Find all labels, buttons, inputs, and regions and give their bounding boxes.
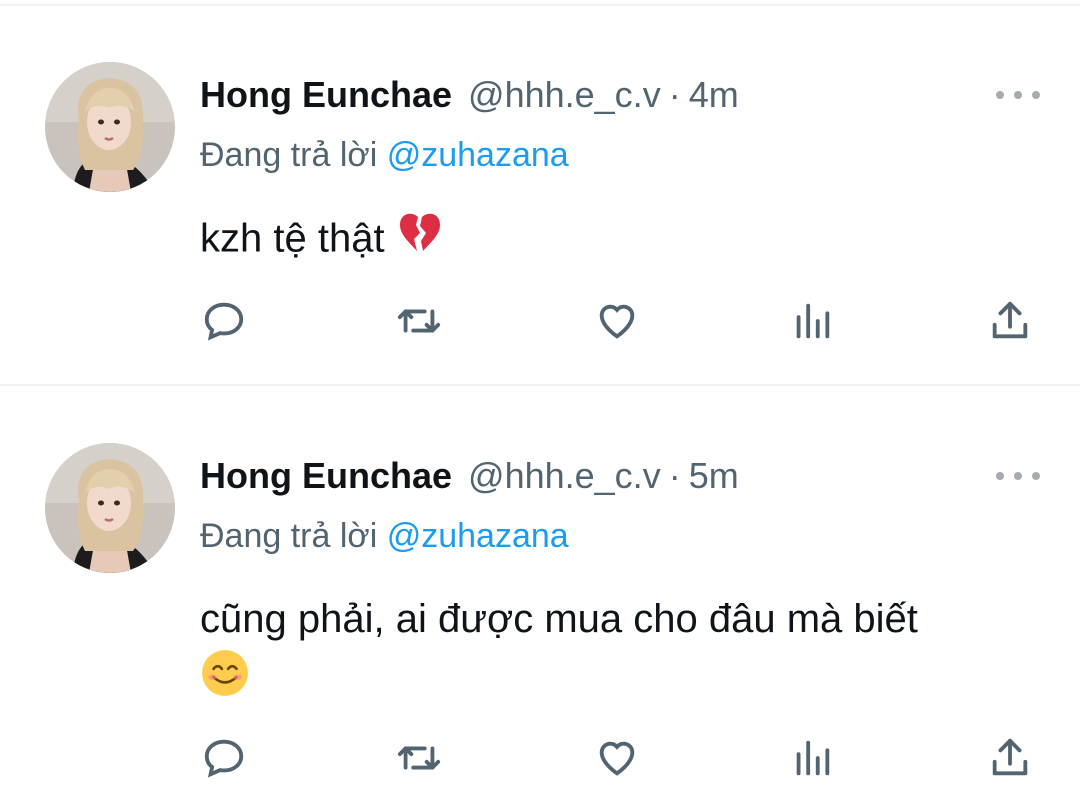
replying-to: Đang trả lời @zuhazana	[200, 136, 569, 175]
separator: ·	[668, 74, 681, 115]
tweet-header: Hong Eunchae @hhh.e_c.v · 5m	[200, 451, 739, 501]
replying-to: Đang trả lời @zuhazana	[200, 517, 569, 556]
smiling-face-icon	[200, 648, 250, 714]
display-name[interactable]: Hong Eunchae	[200, 74, 452, 116]
views-icon[interactable]	[787, 296, 837, 346]
tweet-text: kzh tệ thật	[200, 209, 1030, 273]
like-icon[interactable]	[592, 733, 642, 783]
broken-heart-icon	[396, 209, 444, 273]
separator: ·	[668, 455, 681, 496]
reply-prefix: Đang trả lời	[200, 136, 378, 174]
retweet-icon[interactable]	[394, 733, 444, 783]
like-icon[interactable]	[592, 296, 642, 346]
reply-prefix: Đang trả lời	[200, 517, 378, 555]
timestamp[interactable]: 4m	[689, 74, 739, 116]
tweet-actions	[0, 296, 1080, 346]
avatar[interactable]	[45, 443, 175, 573]
tweet-text-body: kzh tệ thật	[200, 216, 385, 261]
avatar[interactable]	[45, 62, 175, 192]
tweet-text: cũng phải, ai được mua cho đâu mà biết	[200, 590, 1030, 714]
reply-icon[interactable]	[199, 733, 249, 783]
share-icon[interactable]	[985, 296, 1035, 346]
more-options-icon[interactable]	[996, 85, 1040, 105]
tweet-actions	[0, 733, 1080, 783]
username[interactable]: @hhh.e_c.v	[468, 455, 661, 497]
retweet-icon[interactable]	[394, 296, 444, 346]
mention-link[interactable]: @zuhazana	[387, 136, 569, 174]
more-options-icon[interactable]	[996, 466, 1040, 486]
tweet-divider	[0, 384, 1080, 386]
reply-icon[interactable]	[199, 296, 249, 346]
display-name[interactable]: Hong Eunchae	[200, 455, 452, 497]
username[interactable]: @hhh.e_c.v	[468, 74, 661, 116]
timestamp[interactable]: 5m	[689, 455, 739, 497]
tweet-text-body: cũng phải, ai được mua cho đâu mà biết	[200, 597, 918, 641]
views-icon[interactable]	[787, 733, 837, 783]
tweet-header: Hong Eunchae @hhh.e_c.v · 4m	[200, 70, 739, 120]
top-divider	[0, 4, 1080, 6]
mention-link[interactable]: @zuhazana	[387, 517, 569, 555]
share-icon[interactable]	[985, 733, 1035, 783]
